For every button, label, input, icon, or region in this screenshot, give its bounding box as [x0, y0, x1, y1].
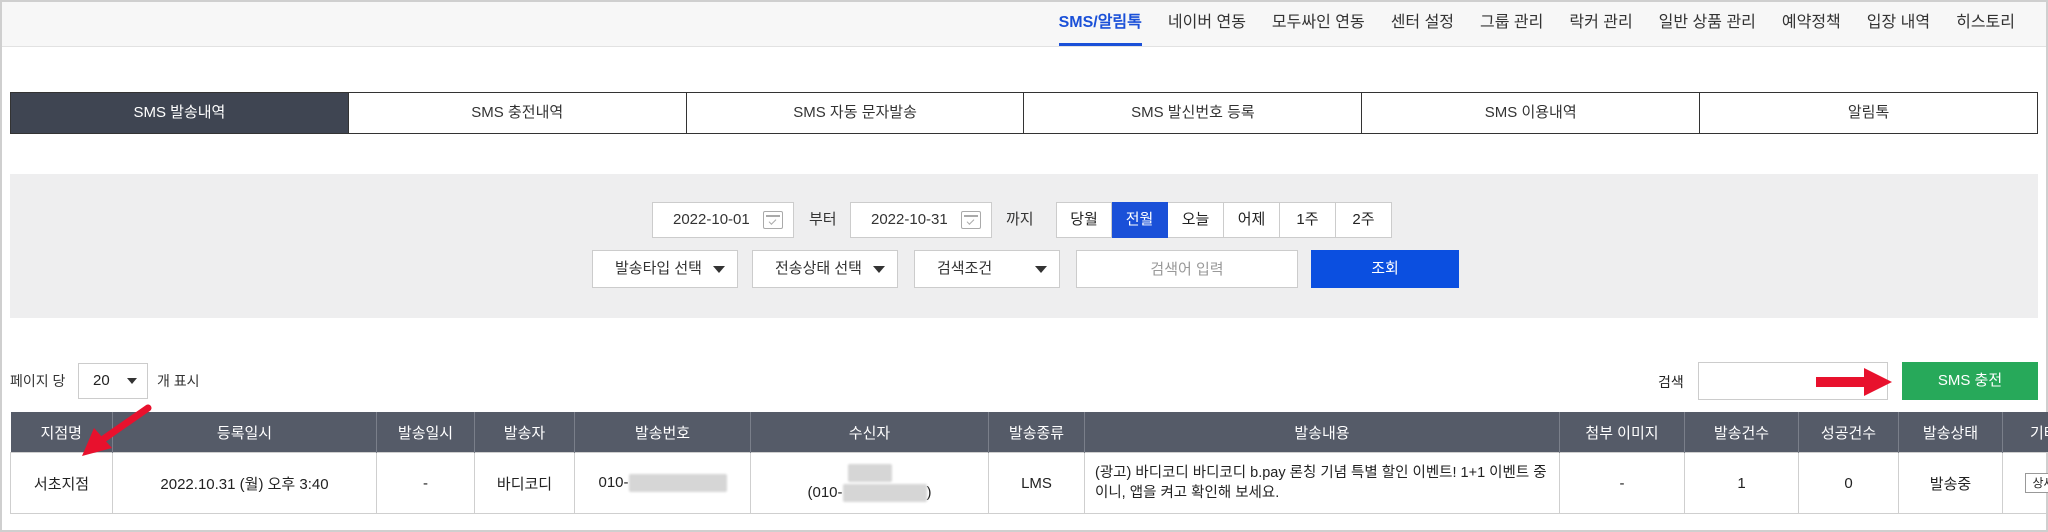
annotation-arrow-icon [1816, 368, 1892, 396]
cell-sender: 바디코디 [474, 452, 575, 514]
nav-item[interactable]: SMS/알림톡 [1046, 2, 1155, 46]
nav-item[interactable]: 예약정책 [1769, 2, 1854, 46]
keyword-input[interactable] [1076, 250, 1298, 288]
sms-history-table: 지점명 등록일시 발송일시 발송자 발송번호 수신자 발송종류 발송내용 첨부 이미지 발송건수 성… [10, 412, 2048, 514]
search-button[interactable]: 조회 [1311, 250, 1459, 288]
cell-etc: 상세 [2002, 452, 2048, 514]
tab-item[interactable]: 알림톡 [1699, 93, 2037, 133]
period-button[interactable]: 어제 [1224, 202, 1280, 238]
period-button[interactable]: 전월 [1112, 202, 1168, 238]
date-from-value: 2022-10-01 [673, 211, 750, 228]
column-header: 수신자 [750, 412, 989, 453]
tab-item[interactable]: SMS 발신번호 등록 [1023, 93, 1362, 133]
redacted-number [628, 474, 727, 493]
tab-item[interactable]: SMS 발송내역 [11, 93, 348, 133]
period-button[interactable]: 오늘 [1168, 202, 1224, 238]
period-button[interactable]: 2주 [1336, 202, 1392, 238]
date-from-input[interactable]: 2022-10-01 [652, 202, 794, 238]
nav-item[interactable]: 히스토리 [1943, 2, 2028, 46]
tab-item[interactable]: SMS 이용내역 [1361, 93, 1700, 133]
annotation-arrow-icon [82, 404, 152, 456]
column-header: 발송번호 [574, 412, 751, 453]
period-buttons: 당월 전월 오늘 어제 1주 2주 [1056, 202, 1392, 238]
top-navigation: SMS/알림톡 네이버 연동 모두싸인 연동 센터 설정 그룹 관리 락커 관리 일반 상품… [2, 2, 2046, 47]
redacted-name [847, 464, 892, 483]
column-header: 발송종류 [988, 412, 1085, 453]
nav-item[interactable]: 락커 관리 [1556, 2, 1645, 46]
date-to-input[interactable]: 2022-10-31 [850, 202, 992, 238]
date-to-value: 2022-10-31 [871, 211, 948, 228]
detail-button[interactable]: 상세 [2025, 473, 2048, 493]
nav-item[interactable]: 모두싸인 연동 [1259, 2, 1378, 46]
send-type-select[interactable]: 발송타입 선택 [592, 250, 738, 288]
column-header: 발송상태 [1898, 412, 2003, 453]
column-header: 첨부 이미지 [1559, 412, 1685, 453]
nav-item[interactable]: 센터 설정 [1378, 2, 1467, 46]
calendar-icon[interactable] [763, 211, 783, 229]
sms-tabs: SMS 발송내역 SMS 충전내역 SMS 자동 문자발송 SMS 발신번호 등록 SM… [10, 92, 2038, 134]
cell-recipient: (010-) [750, 452, 989, 514]
table-header: 지점명 등록일시 발송일시 발송자 발송번호 수신자 발송종류 발송내용 첨부 이미지 발송건수 성… [10, 412, 2048, 453]
table-row: 서초지점 2022.10.31 (월) 오후 3:40 - 바디코디 010- … [10, 452, 2048, 514]
search-condition-select[interactable]: 검색조건 [914, 250, 1060, 288]
filter-panel: 2022-10-01 부터 2022-10-31 까지 당월 전월 오늘 어제 1주 2주… [10, 174, 2038, 318]
cell-attachment: - [1559, 452, 1685, 514]
chevron-down-icon [873, 266, 885, 273]
per-page-label: 페이지 당 [10, 373, 66, 389]
redacted-number [842, 484, 927, 503]
chevron-down-icon [127, 378, 137, 384]
nav-item[interactable]: 그룹 관리 [1467, 2, 1556, 46]
sms-charge-button[interactable]: SMS 충전 [1902, 362, 2038, 400]
tab-item[interactable]: SMS 자동 문자발송 [685, 93, 1024, 133]
chevron-down-icon [713, 266, 725, 273]
calendar-icon[interactable] [961, 211, 981, 229]
nav-item[interactable]: 네이버 연동 [1155, 2, 1259, 46]
cell-success-count: 0 [1798, 452, 1899, 514]
app-frame: SMS/알림톡 네이버 연동 모두싸인 연동 센터 설정 그룹 관리 락커 관리 일반 상품… [0, 0, 2048, 532]
per-page-value: 20 [93, 372, 110, 389]
cell-type: LMS [988, 452, 1085, 514]
search-condition-value: 검색조건 [937, 260, 993, 277]
cell-content: (광고) 바디코디 바디코디 b.pay 론칭 기념 특별 할인 이벤트! 1+… [1084, 452, 1560, 514]
table-search-label: 검색 [1658, 374, 1684, 390]
header-row: 지점명 등록일시 발송일시 발송자 발송번호 수신자 발송종류 발송내용 첨부 이미지 발송건수 성… [10, 412, 2048, 453]
status-badge: 발송중 [1898, 452, 2003, 514]
recipient-prefix: (010- [807, 484, 843, 501]
cell-send-count: 1 [1684, 452, 1799, 514]
per-page-select[interactable]: 20 [78, 363, 148, 399]
show-count-label: 개 표시 [157, 373, 200, 389]
nav-item[interactable]: 입장 내역 [1854, 2, 1943, 46]
tab-item[interactable]: SMS 충전내역 [347, 93, 686, 133]
column-header: 성공건수 [1798, 412, 1899, 453]
send-type-value: 발송타입 선택 [615, 260, 702, 277]
from-label: 부터 [809, 211, 837, 228]
to-label: 까지 [1006, 211, 1034, 228]
column-header: 발송자 [474, 412, 575, 453]
cell-sent-at: - [376, 452, 475, 514]
send-number-prefix: 010- [598, 473, 629, 491]
top-nav-items: SMS/알림톡 네이버 연동 모두싸인 연동 센터 설정 그룹 관리 락커 관리 일반 상품… [1046, 2, 2028, 46]
column-header: 발송건수 [1684, 412, 1799, 453]
nav-item[interactable]: 일반 상품 관리 [1646, 2, 1769, 46]
column-header: 발송내용 [1084, 412, 1560, 453]
send-status-select[interactable]: 전송상태 선택 [752, 250, 898, 288]
period-button[interactable]: 1주 [1280, 202, 1336, 238]
chevron-down-icon [1035, 266, 1047, 273]
cell-send-number: 010- [574, 452, 751, 514]
recipient-suffix: ) [926, 484, 932, 501]
column-header: 발송일시 [376, 412, 475, 453]
send-status-value: 전송상태 선택 [775, 260, 862, 277]
period-button[interactable]: 당월 [1056, 202, 1112, 238]
column-header: 기타 [2002, 412, 2048, 453]
